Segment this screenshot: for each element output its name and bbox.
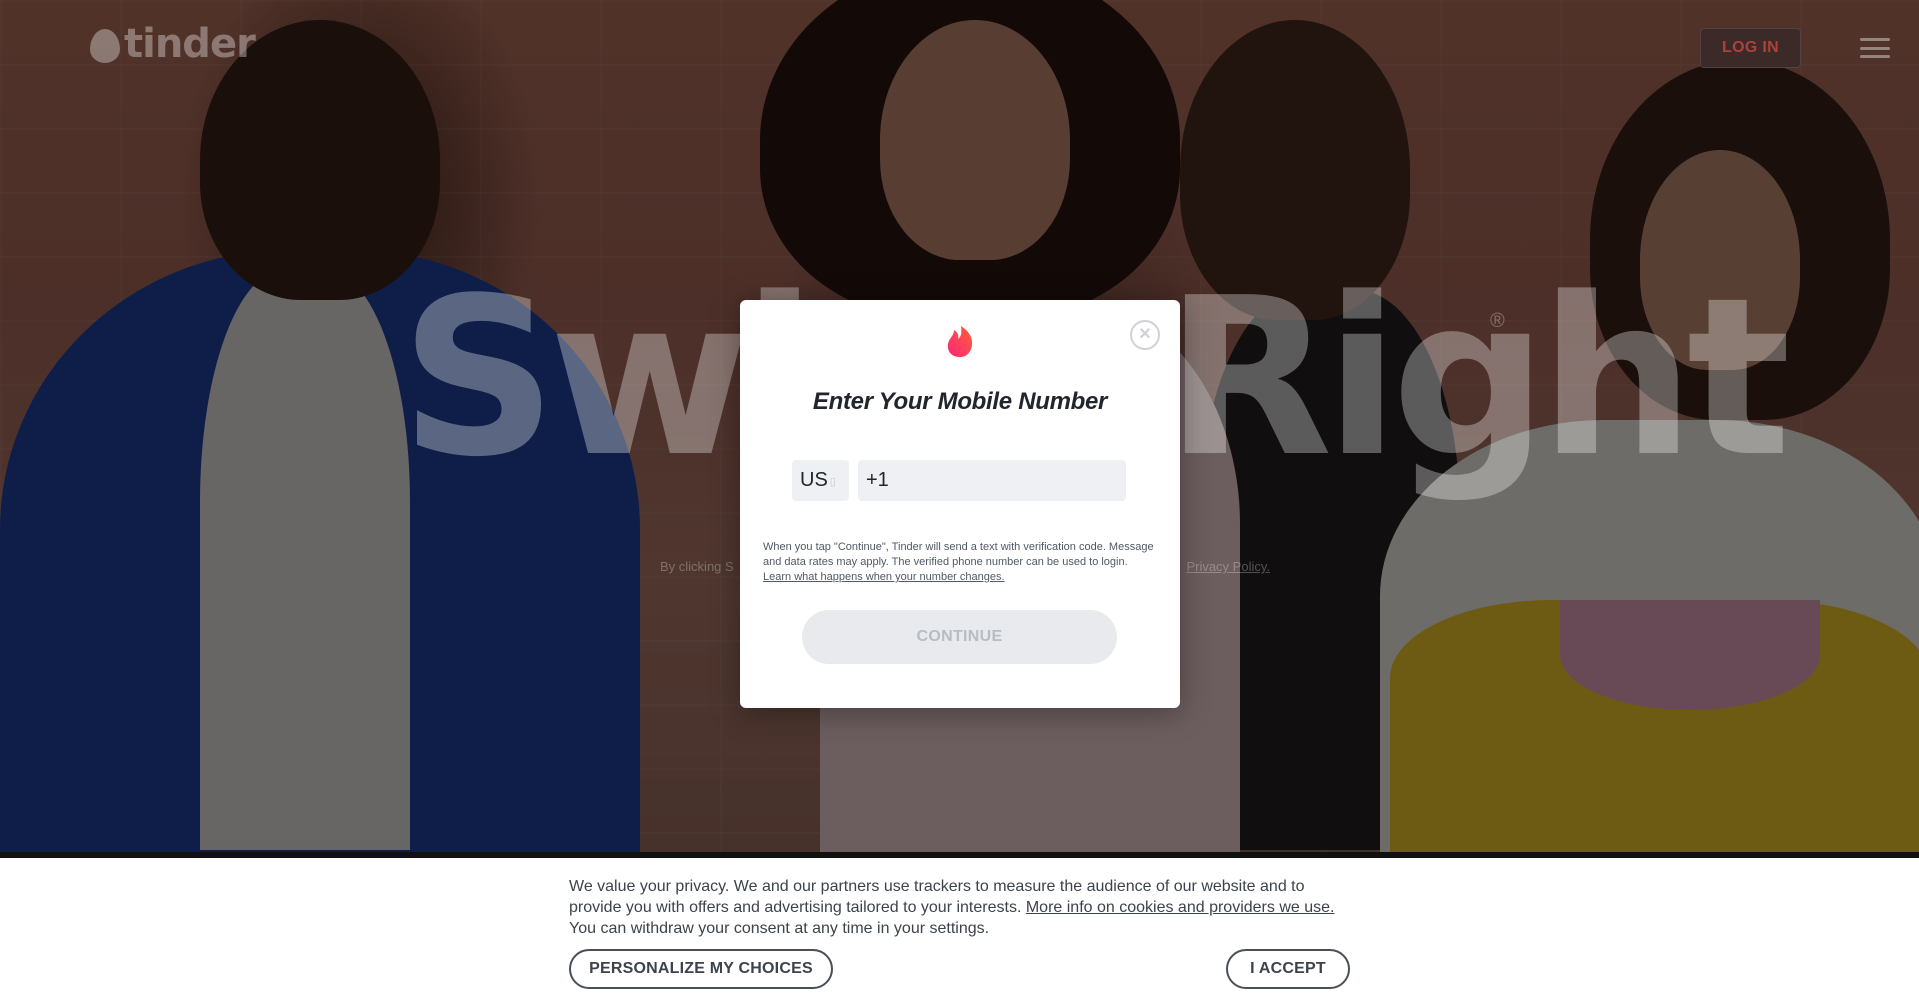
number-change-link[interactable]: Learn what happens when your number chan…: [763, 571, 1005, 583]
hero-legal-left: By clicking S: [660, 559, 734, 574]
continue-button[interactable]: CONTINUE: [802, 610, 1117, 664]
country-code-select[interactable]: US ▯: [792, 460, 849, 501]
privacy-policy-link[interactable]: Privacy Policy.: [1186, 559, 1270, 574]
tinder-flame-icon: [947, 326, 973, 357]
flame-icon: [90, 29, 120, 63]
menu-icon[interactable]: [1860, 38, 1890, 58]
modal-title: Enter Your Mobile Number: [812, 388, 1108, 415]
phone-login-modal: × Enter Your Mobile Number US▯ When you …: [740, 300, 1180, 708]
menu-icon-bar: [1860, 38, 1890, 41]
tinder-logo[interactable]: tinder: [90, 21, 256, 67]
close-modal-button[interactable]: ×: [1130, 320, 1160, 350]
cookie-text: We value your privacy. We and our partne…: [569, 876, 1359, 939]
accept-cookies-button[interactable]: I ACCEPT: [1226, 949, 1350, 989]
registered-mark: ®: [1490, 310, 1505, 332]
phone-number-input[interactable]: [858, 460, 1126, 501]
country-code-value: US: [800, 469, 828, 491]
cookie-text-withdraw: You can withdraw your consent at any tim…: [569, 920, 990, 937]
login-button[interactable]: LOG IN: [1700, 28, 1801, 68]
logo-text: tinder: [124, 21, 256, 67]
top-nav: tinder LOG IN: [0, 0, 1919, 100]
menu-icon-bar: [1860, 55, 1890, 58]
cookie-banner: We value your privacy. We and our partne…: [0, 858, 1919, 1008]
cookie-info-link[interactable]: More info on cookies and providers we us…: [1026, 899, 1335, 916]
personalize-choices-button[interactable]: PERSONALIZE MY CHOICES: [569, 949, 833, 989]
verification-notice-text: When you tap "Continue", Tinder will sen…: [763, 541, 1154, 568]
chevron-down-icon: ▯: [829, 475, 836, 488]
menu-icon-bar: [1860, 46, 1890, 50]
verification-notice: When you tap "Continue", Tinder will sen…: [763, 540, 1158, 585]
